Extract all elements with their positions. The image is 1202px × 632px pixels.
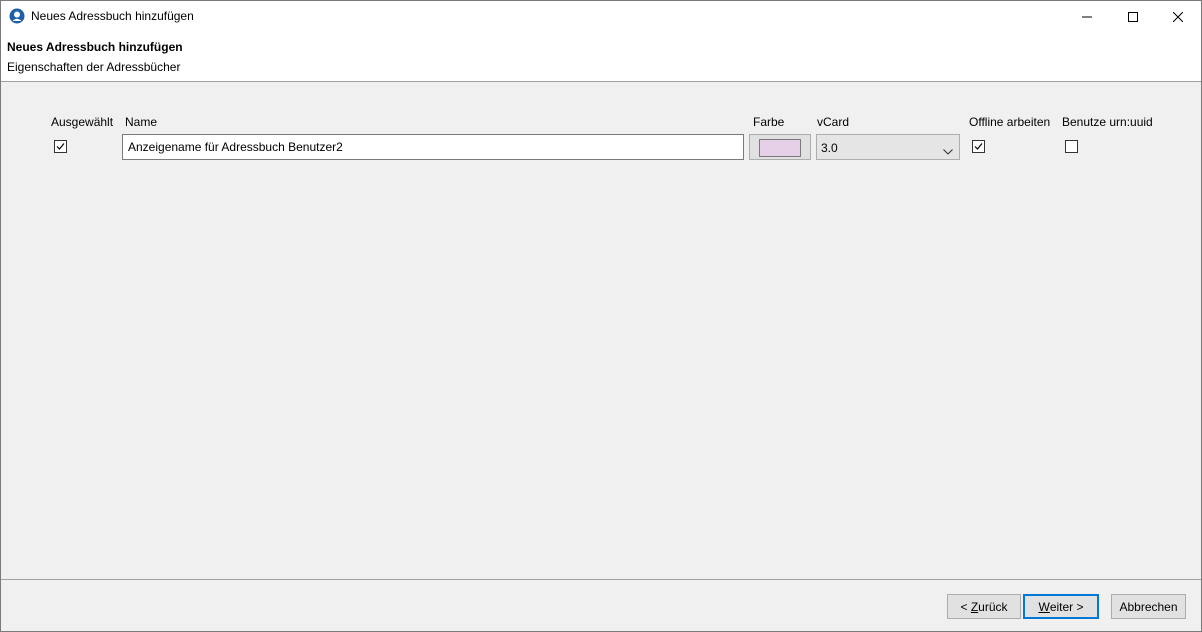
back-button-prefix: < [960, 599, 971, 614]
page-subtitle: Eigenschaften der Adressbücher [7, 60, 181, 74]
back-button-hotkey: Z [970, 599, 979, 614]
column-header-urn-uuid: Benutze urn:uuid [1062, 115, 1153, 129]
address-book-app-icon [9, 8, 25, 24]
close-window-button[interactable] [1155, 1, 1201, 32]
back-button-label: urück [978, 599, 1008, 614]
vcard-selected-value: 3.0 [821, 141, 838, 155]
minimize-button[interactable] [1064, 1, 1110, 32]
maximize-button[interactable] [1110, 1, 1156, 32]
column-header-offline: Offline arbeiten [969, 115, 1051, 129]
offline-checkbox[interactable] [972, 140, 985, 153]
next-button[interactable]: Weiter > [1023, 594, 1099, 619]
dialog-window: Neues Adressbuch hinzufügen Neues Adress… [0, 0, 1202, 632]
next-button-label: eiter > [1049, 599, 1084, 614]
column-header-vcard: vCard [817, 115, 850, 129]
minimize-icon [1082, 12, 1092, 22]
address-book-table: Ausgewählt Name Farbe vCard Offline arbe… [1, 83, 1201, 579]
address-book-name-input[interactable] [122, 134, 744, 160]
title-bar: Neues Adressbuch hinzufügen [1, 1, 1201, 32]
selected-checkbox[interactable] [54, 140, 67, 153]
wizard-header: Neues Adressbuch hinzufügen Eigenschafte… [1, 32, 1201, 82]
cancel-button[interactable]: Abbrechen [1111, 594, 1186, 619]
chevron-down-icon [943, 144, 953, 158]
column-header-name: Name [125, 115, 158, 129]
color-swatch [759, 139, 801, 157]
cancel-button-label: Abbrechen [1119, 599, 1178, 614]
window-title: Neues Adressbuch hinzufügen [31, 9, 194, 23]
next-button-hotkey: W [1038, 599, 1050, 614]
back-button[interactable]: < Zurück [947, 594, 1021, 619]
vcard-version-select[interactable]: 3.0 [816, 134, 960, 160]
wizard-footer: < Zurück Weiter > Abbrechen [1, 579, 1201, 631]
page-title: Neues Adressbuch hinzufügen [7, 40, 183, 54]
close-icon [1173, 11, 1183, 22]
color-picker-button[interactable] [749, 134, 811, 160]
column-header-selected: Ausgewählt [51, 115, 114, 129]
urn-uuid-checkbox[interactable] [1065, 140, 1078, 153]
maximize-icon [1128, 11, 1138, 22]
column-header-color: Farbe [753, 115, 785, 129]
